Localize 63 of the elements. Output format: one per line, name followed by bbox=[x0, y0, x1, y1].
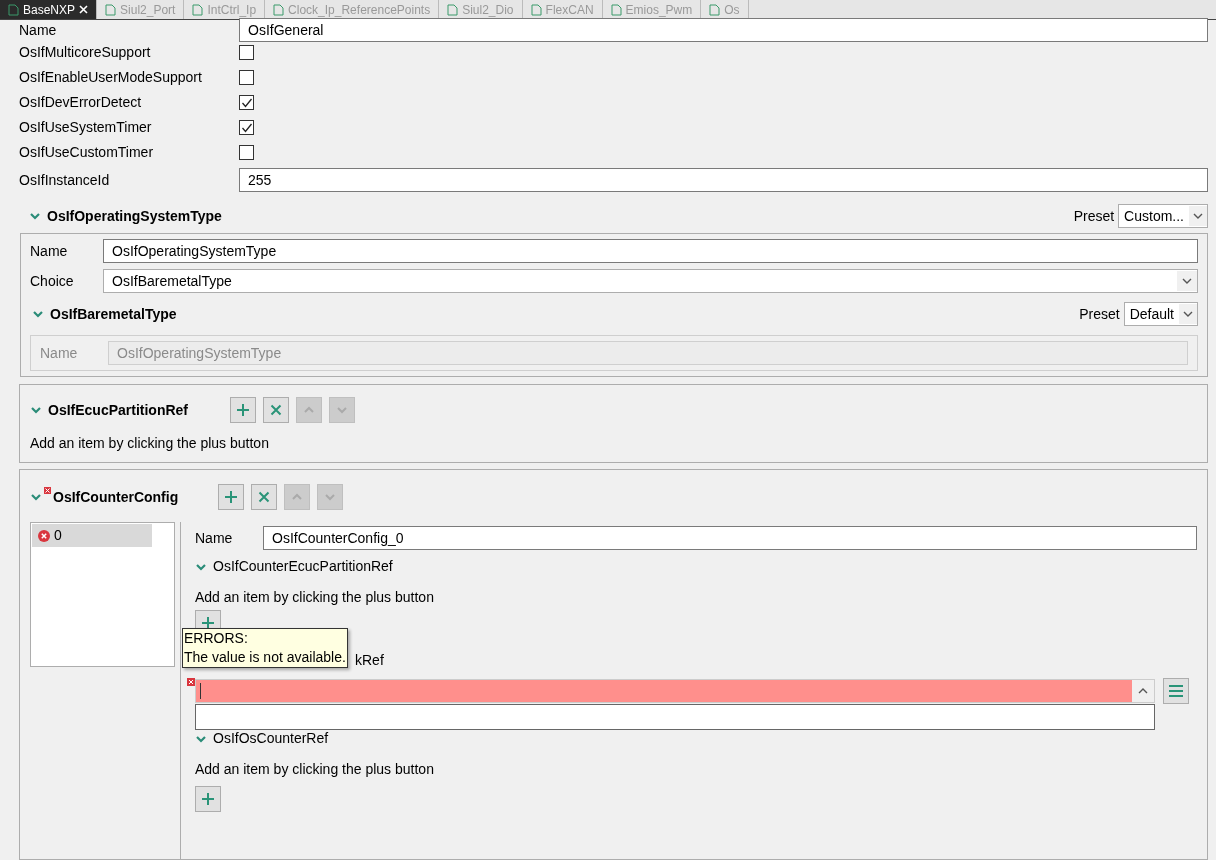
field-label: OsIfInstanceId bbox=[19, 170, 111, 190]
caret-down-icon bbox=[1189, 206, 1207, 226]
field-label: OsIfUseCustomTimer bbox=[19, 143, 155, 162]
field-label: OsIfMulticoreSupport bbox=[19, 43, 152, 62]
document-icon bbox=[105, 3, 117, 16]
remove-button[interactable] bbox=[251, 484, 277, 510]
field-label: Choice bbox=[30, 271, 75, 291]
plus-icon bbox=[199, 790, 217, 808]
remove-button[interactable] bbox=[263, 397, 289, 423]
section-title: OsIfCounterEcucPartitionRef bbox=[213, 557, 393, 576]
caret-down-icon bbox=[1179, 304, 1197, 324]
field-label: Name bbox=[19, 20, 58, 40]
chevron-icon[interactable] bbox=[30, 404, 42, 416]
preset-dropdown[interactable]: Custom... bbox=[1118, 204, 1208, 228]
choice-dropdown[interactable]: OsIfBaremetalType bbox=[103, 269, 1198, 293]
checkbox[interactable] bbox=[239, 95, 254, 110]
caret-up-icon[interactable] bbox=[1132, 680, 1154, 702]
checkbox[interactable] bbox=[239, 145, 254, 160]
check-icon bbox=[240, 121, 253, 134]
plus-icon bbox=[222, 488, 240, 506]
reference-field[interactable] bbox=[195, 679, 1155, 703]
tooltip: ERRORS: The value is not available. bbox=[182, 628, 348, 668]
field-label: OsIfDevErrorDetect bbox=[19, 93, 143, 112]
close-icon[interactable] bbox=[79, 5, 89, 14]
document-icon bbox=[447, 3, 459, 16]
section-title: OsIfCounterConfig bbox=[53, 487, 179, 507]
field-label: OsIfEnableUserModeSupport bbox=[19, 68, 203, 87]
field-label: Name bbox=[195, 528, 234, 548]
checkbox[interactable] bbox=[239, 120, 254, 135]
document-icon bbox=[192, 3, 204, 16]
chevron-icon[interactable] bbox=[30, 491, 42, 503]
preset-label: Preset bbox=[1073, 206, 1115, 226]
section-title: OsIfEcucPartitionRef bbox=[48, 400, 189, 420]
editor-tab[interactable]: BaseNXP bbox=[0, 0, 98, 19]
section-title: OsIfOsCounterRef bbox=[213, 729, 329, 748]
field-label: OsIfUseSystemTimer bbox=[19, 118, 153, 137]
menu-icon bbox=[1168, 684, 1184, 698]
document-icon bbox=[709, 3, 721, 16]
preset-label: Preset bbox=[1079, 304, 1120, 324]
field-label: Name bbox=[40, 343, 79, 363]
section-title: OsIfBaremetalType bbox=[50, 304, 177, 324]
checkbox[interactable] bbox=[239, 70, 254, 85]
name-field[interactable]: OsIfOperatingSystemType bbox=[103, 239, 1198, 263]
hint-text: Add an item by clicking the plus button bbox=[195, 760, 435, 779]
document-icon bbox=[273, 3, 285, 16]
section-title: kRef bbox=[355, 651, 384, 670]
chevron-icon[interactable] bbox=[29, 210, 41, 222]
document-icon bbox=[530, 3, 542, 16]
list-item[interactable]: 0 bbox=[32, 524, 152, 547]
document-icon bbox=[610, 3, 622, 16]
hint-text: Add an item by clicking the plus button bbox=[30, 434, 270, 453]
check-icon bbox=[240, 96, 253, 109]
section-title: OsIfOperatingSystemType bbox=[47, 206, 222, 226]
hint-text: Add an item by clicking the plus button bbox=[195, 588, 435, 607]
field-label: Name bbox=[30, 241, 69, 261]
plus-icon bbox=[234, 401, 252, 419]
name-field[interactable]: OsIfGeneral bbox=[239, 18, 1208, 42]
browse-button[interactable] bbox=[1163, 678, 1189, 704]
checkbox[interactable] bbox=[239, 45, 254, 60]
caret-down-icon bbox=[1177, 271, 1197, 291]
name-field[interactable]: OsIfCounterConfig_0 bbox=[263, 526, 1197, 550]
document-icon bbox=[8, 3, 19, 16]
instance-id-field[interactable]: 255 bbox=[239, 168, 1208, 192]
